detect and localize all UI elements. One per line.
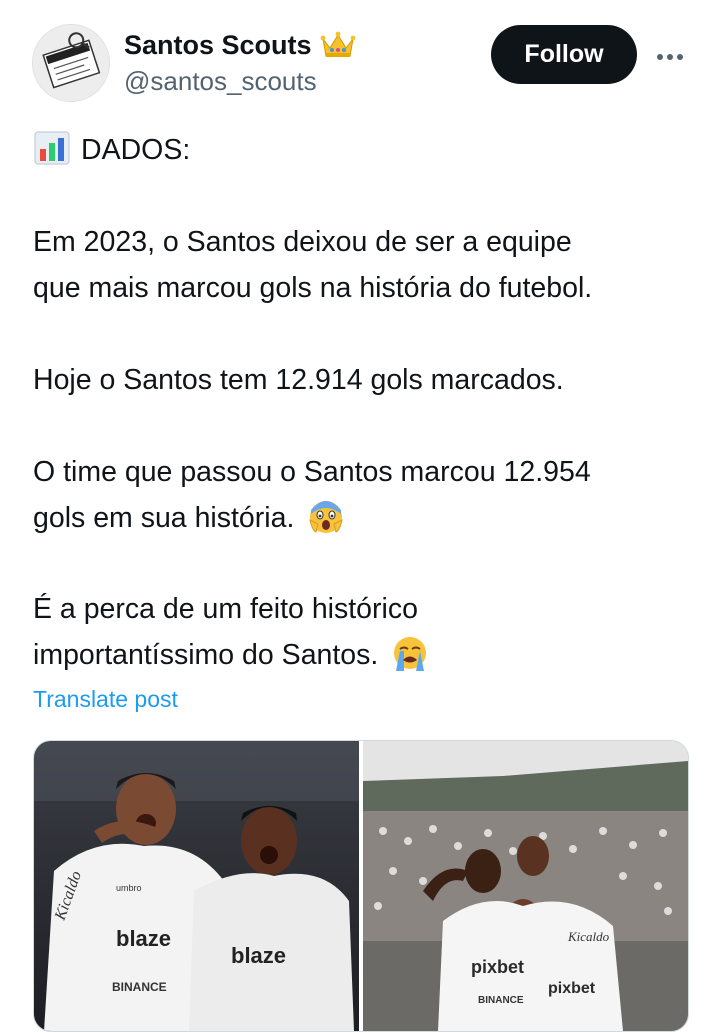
svg-text:Kicaldo: Kicaldo xyxy=(567,929,610,944)
follow-button[interactable]: Follow xyxy=(491,25,637,84)
more-options-button[interactable] xyxy=(650,38,690,74)
author-display-name[interactable]: Santos Scouts xyxy=(124,30,312,61)
post-line: É a perca de um feito histórico xyxy=(33,593,418,625)
more-dots-icon xyxy=(655,47,685,65)
svg-text:blaze: blaze xyxy=(231,943,286,968)
loudly-crying-face-emoji-icon xyxy=(386,633,430,679)
post-media-grid: blaze blaze BINANCE Kicaldo umbro pixbet… xyxy=(33,740,689,1032)
author-avatar[interactable] xyxy=(32,24,110,102)
crown-icon xyxy=(320,30,356,60)
translate-post-link[interactable]: Translate post xyxy=(33,686,178,713)
photo-players-celebrating-stadium[interactable]: pixbet pixbet BINANCE Kicaldo xyxy=(363,741,688,1031)
svg-text:blaze: blaze xyxy=(116,926,171,951)
post-line-text: DADOS: xyxy=(81,134,191,166)
post-line-with-emoji: gols em sua história. xyxy=(33,496,346,541)
santos-scouts-avatar-icon xyxy=(33,25,109,101)
svg-text:pixbet: pixbet xyxy=(471,957,524,977)
post-line: Em 2023, o Santos deixou de ser a equipe xyxy=(33,226,572,258)
post-line-text: importantíssimo do Santos. xyxy=(33,639,379,671)
post-line: O time que passou o Santos marcou 12.954 xyxy=(33,456,591,488)
svg-text:BINANCE: BINANCE xyxy=(112,980,167,994)
author-handle[interactable]: @santos_scouts xyxy=(124,66,317,97)
svg-text:BINANCE: BINANCE xyxy=(478,995,524,1006)
bar-chart-emoji-icon xyxy=(33,129,81,174)
svg-text:pixbet: pixbet xyxy=(548,980,596,997)
svg-text:umbro: umbro xyxy=(116,883,142,893)
post-line: que mais marcou gols na história do fute… xyxy=(33,272,593,304)
post-header: Santos Scouts @santos_scouts Follow xyxy=(0,0,720,110)
screaming-face-emoji-icon xyxy=(302,496,346,542)
post-line-dados: DADOS: xyxy=(33,128,190,173)
post-line: Hoje o Santos tem 12.914 gols marcados. xyxy=(33,364,564,396)
post-line-with-emoji: importantíssimo do Santos. xyxy=(33,633,430,678)
author-name-row: Santos Scouts xyxy=(124,28,356,62)
post-line-text: gols em sua história. xyxy=(33,502,295,534)
photo-players-celebrating-night[interactable]: blaze blaze BINANCE Kicaldo umbro xyxy=(34,741,359,1031)
